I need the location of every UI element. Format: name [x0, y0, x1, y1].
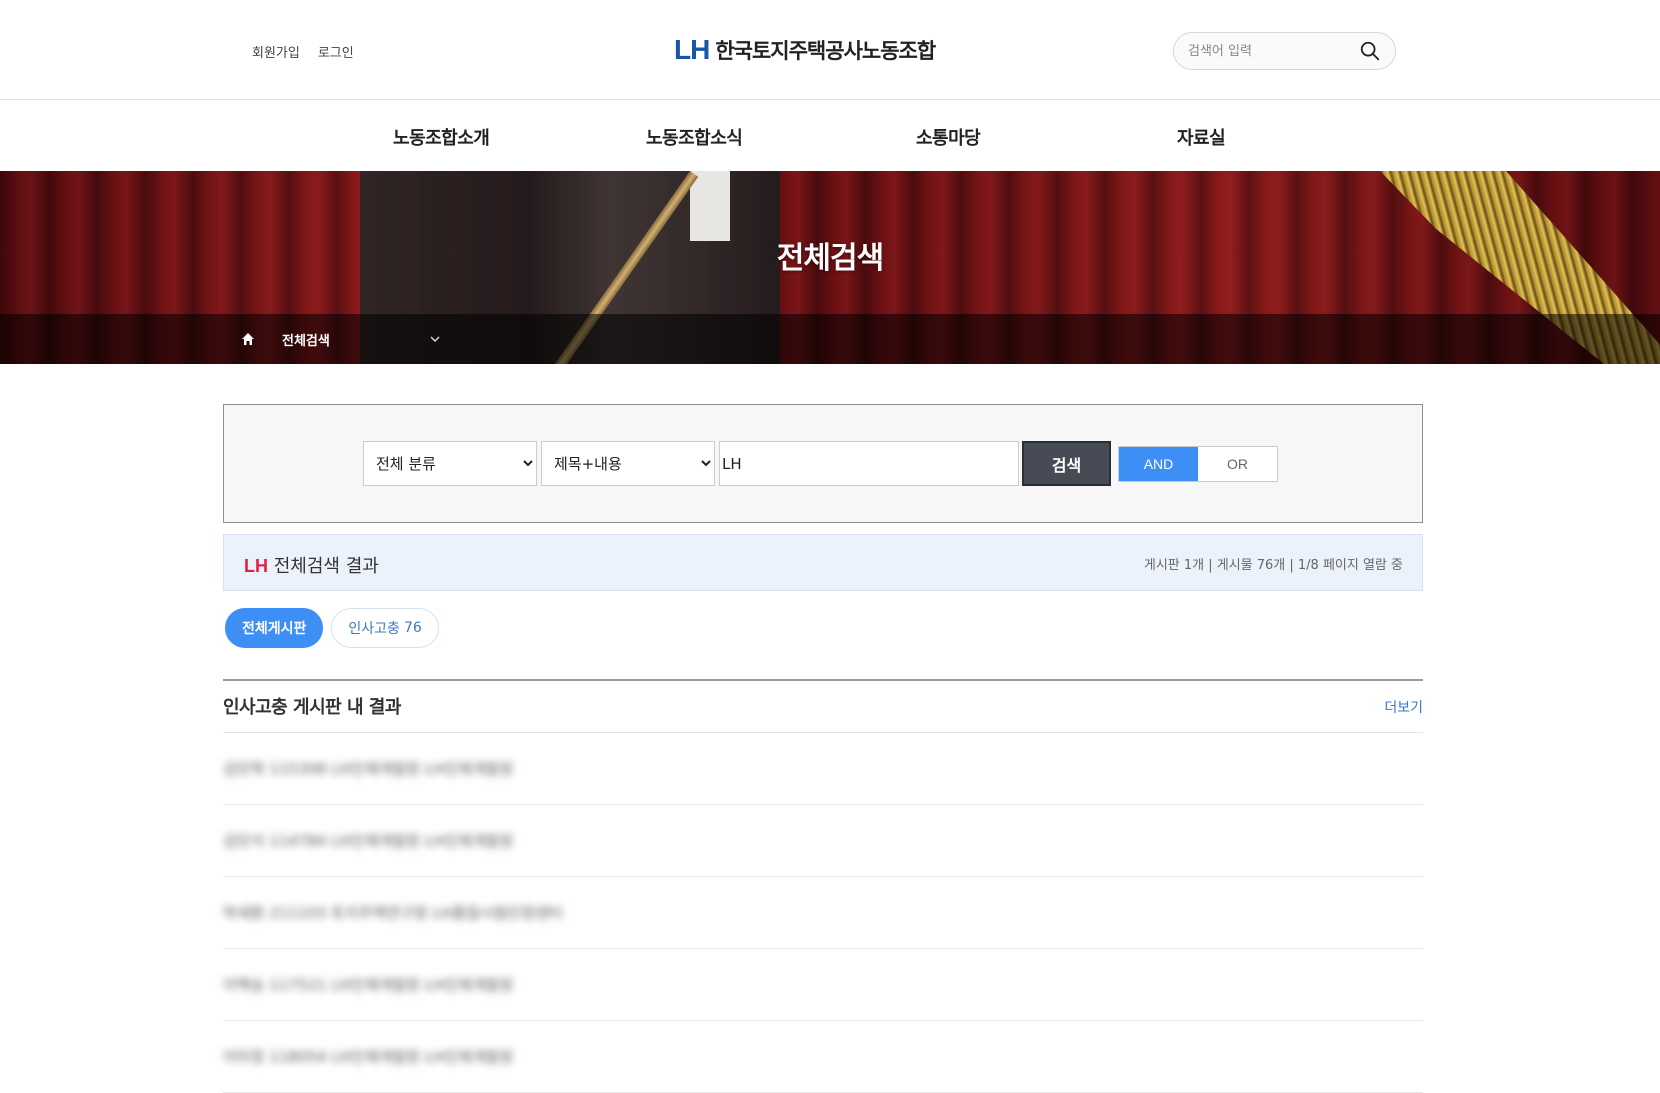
- operator-toggle: AND OR: [1118, 446, 1278, 482]
- result-heading: LH 전체검색 결과: [244, 552, 379, 578]
- result-meta: 게시판 1개 | 게시물 76개 | 1/8 페이지 열람 중: [1143, 558, 1403, 573]
- breadcrumb-current[interactable]: 전체검색: [282, 330, 330, 349]
- nav-item-about[interactable]: 노동조합소개: [393, 124, 490, 150]
- and-option[interactable]: AND: [1119, 447, 1198, 481]
- page-banner: 전체검색 전체검색: [0, 171, 1660, 364]
- header-search-input[interactable]: [1188, 43, 1359, 59]
- keyword-input[interactable]: [719, 441, 1019, 486]
- join-link[interactable]: 회원가입: [252, 42, 300, 61]
- main-nav: 노동조합소개 노동조합소식 소통마당 자료실: [0, 100, 1660, 171]
- header-search: [1173, 32, 1396, 70]
- field-select[interactable]: 제목+내용: [541, 441, 715, 486]
- nav-item-news[interactable]: 노동조합소식: [646, 124, 743, 150]
- banner-photo-detail: [690, 171, 730, 241]
- search-icon[interactable]: [1359, 40, 1381, 62]
- tab-all-boards[interactable]: 전체게시판: [225, 608, 324, 648]
- list-item-title[interactable]: 이미정 118054 LH인재개발원 LH인재개발원: [223, 1046, 513, 1067]
- tab-label: 전체게시판: [242, 621, 307, 637]
- logo-name: 한국토지주택공사노동조합: [715, 39, 936, 63]
- more-link[interactable]: 더보기: [1384, 697, 1423, 717]
- chevron-down-icon[interactable]: [428, 332, 442, 346]
- nav-item-archive[interactable]: 자료실: [1177, 124, 1226, 150]
- home-icon[interactable]: [240, 331, 256, 347]
- breadcrumb: 전체검색: [0, 314, 1660, 364]
- tab-label: 인사고충: [348, 621, 400, 637]
- search-button[interactable]: 검색: [1022, 441, 1111, 486]
- top-header: 회원가입 로그인 LH 한국토지주택공사노동조합: [0, 0, 1660, 100]
- list-item-title[interactable]: 김민석 114784 LH인재개발원 LH인재개발원: [223, 830, 513, 851]
- board-results: 인사고충 게시판 내 결과 더보기 김민혁 115308 LH인재개발원 LH인…: [223, 679, 1423, 1093]
- utility-links: 회원가입 로그인: [252, 42, 354, 61]
- nav-item-community[interactable]: 소통마당: [916, 124, 981, 150]
- list-item-title[interactable]: 이백승 117521 LH인재개발원 LH인재개발원: [223, 974, 513, 995]
- list-item[interactable]: 김민혁 115308 LH인재개발원 LH인재개발원: [223, 733, 1423, 805]
- site-logo[interactable]: LH 한국토지주택공사노동조합: [674, 34, 936, 66]
- list-item[interactable]: 이백승 117521 LH인재개발원 LH인재개발원: [223, 949, 1423, 1021]
- search-form: 전체 분류 제목+내용 검색 AND OR: [223, 404, 1423, 523]
- category-select[interactable]: 전체 분류: [363, 441, 537, 486]
- board-title: 인사고충 게시판 내 결과: [223, 697, 401, 718]
- result-summary: LH 전체검색 결과 게시판 1개 | 게시물 76개 | 1/8 페이지 열람…: [223, 534, 1423, 591]
- list-item[interactable]: 박세환 211103 토지주택연구원 LH품질시험인정센터: [223, 877, 1423, 949]
- tab-personnel-grievance[interactable]: 인사고충 76: [331, 608, 439, 648]
- or-option[interactable]: OR: [1198, 447, 1277, 481]
- result-keyword: LH: [244, 556, 268, 576]
- list-item-title[interactable]: 김민혁 115308 LH인재개발원 LH인재개발원: [223, 758, 513, 779]
- page-title: 전체검색: [776, 241, 884, 276]
- list-item-title[interactable]: 박세환 211103 토지주택연구원 LH품질시험인정센터: [223, 902, 563, 923]
- list-item[interactable]: 김민석 114784 LH인재개발원 LH인재개발원: [223, 805, 1423, 877]
- logo-mark: LH: [674, 34, 710, 65]
- tab-count: 76: [403, 620, 422, 636]
- board-header: 인사고충 게시판 내 결과 더보기: [223, 681, 1423, 733]
- board-tabs: 전체게시판 인사고충 76: [225, 608, 439, 648]
- login-link[interactable]: 로그인: [318, 42, 354, 61]
- result-label: 전체검색 결과: [273, 556, 379, 577]
- list-item[interactable]: 이미정 118054 LH인재개발원 LH인재개발원: [223, 1021, 1423, 1093]
